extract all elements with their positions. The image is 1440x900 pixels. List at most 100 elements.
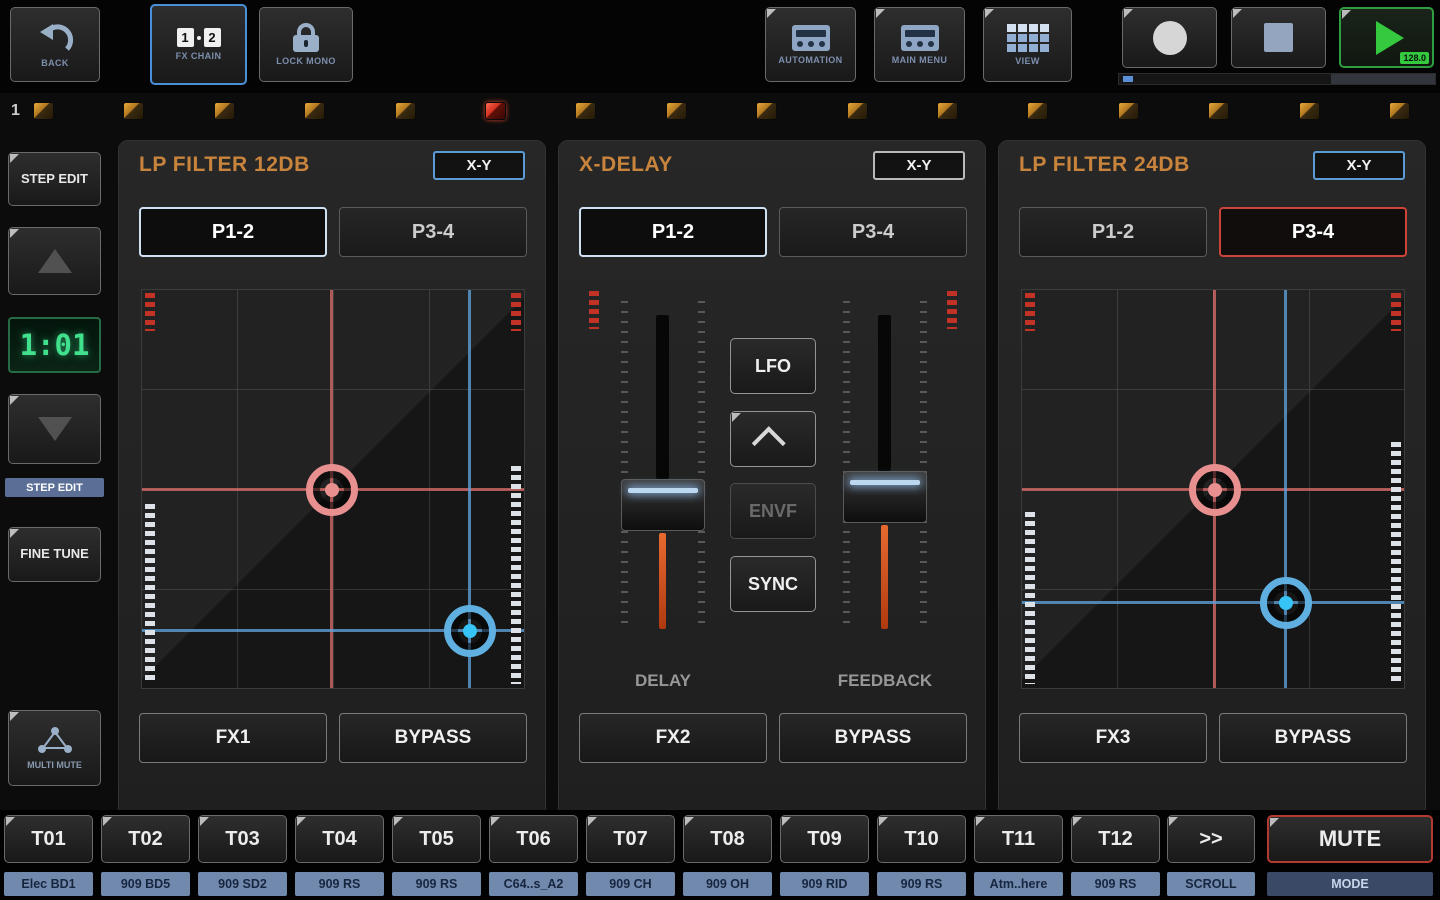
xy-puck-blue[interactable] [1260, 577, 1312, 629]
slider-ticks [698, 301, 705, 631]
xy-puck-blue[interactable] [444, 605, 496, 657]
feedback-slider[interactable] [843, 289, 927, 661]
track-bar: T01 T02 T03 T04 T05 T06 T07 T08 T09 T10 … [0, 810, 1440, 900]
lfo-shape-button[interactable] [730, 411, 816, 467]
record-icon [1153, 21, 1187, 55]
delay-slider-handle[interactable] [621, 479, 705, 531]
track-button-t08[interactable]: T08 [683, 815, 772, 863]
xy-mode-button[interactable]: X-Y [1313, 151, 1405, 180]
track-label-t11: Atm..here [974, 872, 1063, 896]
param-page-p12-button[interactable]: P1-2 [579, 207, 767, 257]
param-page-p34-button[interactable]: P3-4 [779, 207, 967, 257]
pad-indicator-icon[interactable] [485, 102, 506, 120]
pad-indicator-icon[interactable] [1299, 102, 1320, 120]
track-button-t06[interactable]: T06 [489, 815, 578, 863]
crosshair-blue-h [1022, 601, 1404, 604]
track-button-t09[interactable]: T09 [780, 815, 869, 863]
main-menu-button[interactable]: MAIN MENU [874, 7, 965, 82]
view-button[interactable]: VIEW [983, 7, 1072, 82]
pad-indicator-icon[interactable] [937, 102, 958, 120]
param-page-p12-button[interactable]: P1-2 [139, 207, 327, 257]
automation-button[interactable]: AUTOMATION [765, 7, 856, 82]
fx-panel-1: LP FILTER 12DB X-Y P1-2 P3-4 FX1 BYPASS [118, 140, 546, 818]
pad-indicator-icon[interactable] [1027, 102, 1048, 120]
track-label-t05: 909 RS [392, 872, 481, 896]
xy-pad[interactable] [141, 289, 525, 689]
pad-indicator-icon[interactable] [1208, 102, 1229, 120]
pad-indicator-icon[interactable] [847, 102, 868, 120]
track-button-t05[interactable]: T05 [392, 815, 481, 863]
track-label-t09: 909 RID [780, 872, 869, 896]
slider-groove [878, 315, 891, 471]
slider-ticks [920, 301, 927, 631]
mute-button[interactable]: MUTE [1267, 815, 1433, 863]
pad-indicator-icon[interactable] [575, 102, 596, 120]
step-up-button[interactable] [8, 227, 101, 295]
song-position-marker [1123, 76, 1133, 82]
pad-indicator-icon[interactable] [304, 102, 325, 120]
feedback-slider-handle[interactable] [843, 471, 927, 523]
fx3-button[interactable]: FX3 [1019, 713, 1207, 763]
bypass-button[interactable]: BYPASS [339, 713, 527, 763]
lock-mono-button[interactable]: LOCK MONO [259, 7, 353, 82]
fx1-button[interactable]: FX1 [139, 713, 327, 763]
delay-slider[interactable] [621, 289, 705, 661]
pad-indicator-icon[interactable] [756, 102, 777, 120]
track-button-t01[interactable]: T01 [4, 815, 93, 863]
arrow-up-icon [38, 249, 72, 273]
envf-button[interactable]: ENVF [730, 483, 816, 539]
track-button-t02[interactable]: T02 [101, 815, 190, 863]
xy-puck-red[interactable] [1189, 464, 1241, 516]
xy-puck-red[interactable] [306, 464, 358, 516]
fx-chain-icon-dot [197, 36, 201, 40]
xy-mode-button[interactable]: X-Y [873, 151, 965, 180]
track-label-t02: 909 BD5 [101, 872, 190, 896]
pad-indicator-icon[interactable] [1389, 102, 1410, 120]
step-down-button[interactable] [8, 394, 101, 464]
pad-indicator-icon[interactable] [214, 102, 235, 120]
track-button-t11[interactable]: T11 [974, 815, 1063, 863]
fx-chain-button[interactable]: 1 2 FX CHAIN [150, 4, 247, 85]
lfo-button[interactable]: LFO [730, 338, 816, 394]
stop-button[interactable] [1231, 7, 1326, 68]
param-page-p34-button[interactable]: P3-4 [1219, 207, 1407, 257]
bypass-button[interactable]: BYPASS [1219, 713, 1407, 763]
meter-right-red [511, 293, 521, 331]
pad-indicator-icon[interactable] [666, 102, 687, 120]
pad-indicator-icon[interactable] [123, 102, 144, 120]
param-page-p12-button[interactable]: P1-2 [1019, 207, 1207, 257]
step-edit-button[interactable]: STEP EDIT [8, 152, 101, 206]
play-button[interactable]: 128.0 [1339, 7, 1434, 68]
pad-indicator-icon[interactable] [395, 102, 416, 120]
triangle-wave-icon [752, 426, 786, 460]
slider-ticks [843, 301, 850, 631]
track-button-t10[interactable]: T10 [877, 815, 966, 863]
song-position-strip[interactable] [1118, 73, 1436, 85]
track-label-t04: 909 RS [295, 872, 384, 896]
fine-tune-button[interactable]: FINE TUNE [8, 527, 101, 582]
track-button-t03[interactable]: T03 [198, 815, 287, 863]
record-button[interactable] [1122, 7, 1217, 68]
track-scroll-button[interactable]: >> [1167, 815, 1255, 863]
fx-chain-label: FX CHAIN [176, 51, 222, 61]
xy-pad[interactable] [1021, 289, 1405, 689]
meter-right-white [511, 466, 521, 684]
sync-button[interactable]: SYNC [730, 556, 816, 612]
pad-indicator-icon[interactable] [1118, 102, 1139, 120]
track-button-t07[interactable]: T07 [586, 815, 675, 863]
song-position-segment [1331, 74, 1435, 84]
back-button[interactable]: BACK [10, 7, 100, 82]
fx2-button[interactable]: FX2 [579, 713, 767, 763]
back-label: BACK [41, 58, 69, 68]
fx-chain-icon-digit2: 2 [204, 28, 221, 47]
automation-label: AUTOMATION [778, 55, 842, 65]
track-button-t12[interactable]: T12 [1071, 815, 1160, 863]
pad-indicator-icon[interactable] [33, 102, 54, 120]
param-page-p34-button[interactable]: P3-4 [339, 207, 527, 257]
bypass-button[interactable]: BYPASS [779, 713, 967, 763]
mode-label: MODE [1267, 872, 1433, 896]
xy-mode-button[interactable]: X-Y [433, 151, 525, 180]
multi-mute-button[interactable]: MULTI MUTE [8, 710, 101, 786]
lock-icon [293, 23, 319, 52]
track-button-t04[interactable]: T04 [295, 815, 384, 863]
